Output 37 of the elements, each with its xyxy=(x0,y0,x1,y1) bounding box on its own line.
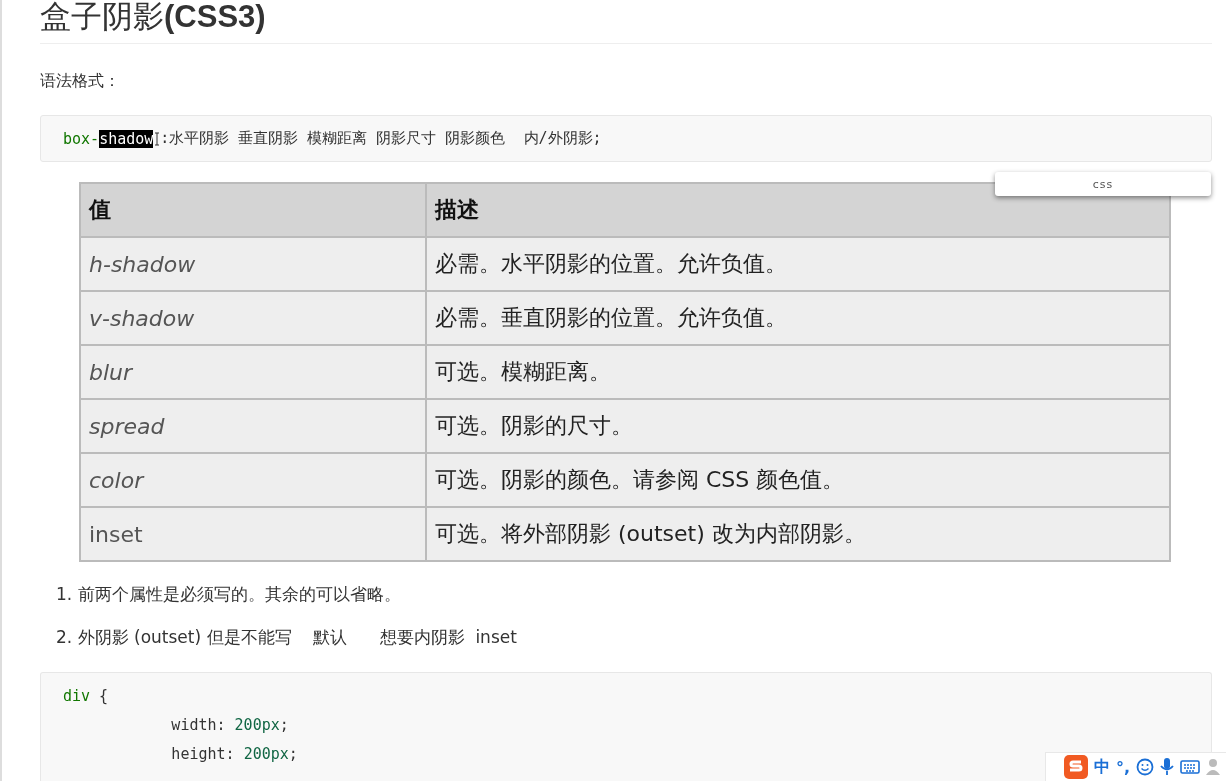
table-cell: v-shadow xyxy=(80,291,426,345)
list-item: 1. 前两个属性是必须写的。其余的可以省略。 xyxy=(56,583,402,606)
code-token: div xyxy=(63,686,91,707)
person-icon[interactable] xyxy=(1206,758,1222,776)
table-cell: 必需。垂直阴影的位置。允许负值。 xyxy=(426,291,1170,345)
table-cell: 可选。模糊距离。 xyxy=(426,345,1170,399)
table-cell: blur xyxy=(80,345,426,399)
keyboard-icon[interactable] xyxy=(1180,759,1200,775)
ime-logo-icon[interactable] xyxy=(1063,755,1088,779)
code-token: { xyxy=(98,686,109,707)
code-token: height: xyxy=(170,744,236,765)
table-cell: 可选。将外部阴影 (outset) 改为内部阴影。 xyxy=(426,507,1170,561)
smiley-icon[interactable] xyxy=(1136,758,1154,776)
input-mode-toggle[interactable]: 中 xyxy=(1093,756,1110,778)
table-cell: 必需。水平阴影的位置。允许负值。 xyxy=(426,237,1170,291)
paragraph: 语法格式： xyxy=(40,70,121,92)
code-token: 200px xyxy=(243,744,289,765)
text-cursor-icon xyxy=(154,131,161,146)
code-token: :水平阴影 垂直阴影 模糊距离 阴影尺寸 阴影颜色 内/外阴影; xyxy=(160,129,602,148)
table-cell: inset xyxy=(80,507,426,561)
selected-text: shadow xyxy=(99,129,154,148)
code-token: box- xyxy=(63,129,100,148)
microphone-icon[interactable] xyxy=(1160,758,1174,776)
page-heading: 盒子阴影(CSS3) xyxy=(40,0,1212,44)
language-popup[interactable]: css xyxy=(995,172,1211,196)
column-header: 值 xyxy=(80,183,426,237)
punctuation-toggle[interactable]: °, xyxy=(1115,757,1130,777)
table-cell: h-shadow xyxy=(80,237,426,291)
code-token: ; xyxy=(279,715,289,736)
code-token: 200px xyxy=(234,715,280,736)
table-cell: 可选。阴影的颜色。请参阅 CSS 颜色值。 xyxy=(426,453,1170,507)
code-token: width: xyxy=(170,715,227,736)
table-cell: spread xyxy=(80,399,426,453)
list-item: 2. 外阴影 (outset) 但是不能写 默认 想要内阴影 inset xyxy=(56,626,518,649)
code-token: ; xyxy=(288,744,298,765)
table-cell: 可选。阴影的尺寸。 xyxy=(426,399,1170,453)
table-cell: color xyxy=(80,453,426,507)
